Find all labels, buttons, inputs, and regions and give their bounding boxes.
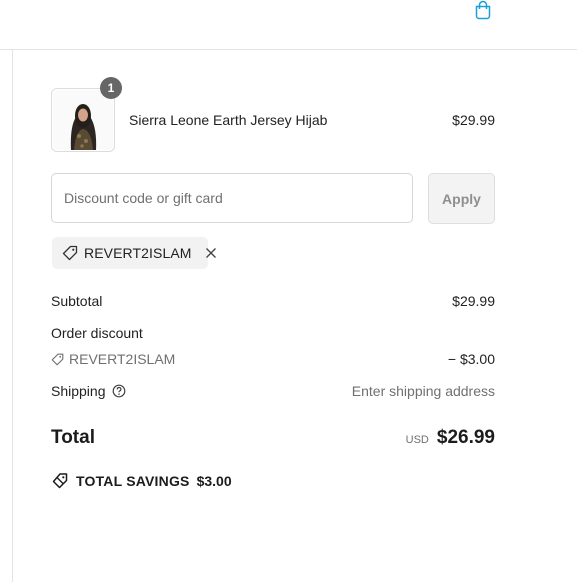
discount-value: − $3.00 (447, 351, 495, 367)
close-icon[interactable] (204, 246, 218, 260)
total-savings-value: $3.00 (196, 473, 232, 489)
product-price: $29.99 (452, 112, 495, 128)
total-amount: $26.99 (436, 427, 495, 448)
total-amount-group: USD $26.99 (406, 427, 495, 449)
total-savings-label: TOTAL SAVINGS (76, 473, 190, 489)
product-thumbnail: 1 (51, 77, 122, 152)
cart-line-item: 1 Sierra Leone Earth Jersey Hijab $29.99 (51, 77, 495, 152)
discount-code-input[interactable] (51, 173, 413, 223)
order-discount-label: Order discount (51, 325, 143, 341)
discount-code-row: REVERT2ISLAM − $3.00 (51, 351, 495, 369)
help-icon[interactable] (112, 384, 126, 398)
shipping-row: Shipping Enter shipping address (51, 383, 495, 399)
subtotal-value: $29.99 (452, 293, 495, 309)
total-savings: TOTAL SAVINGS $3.00 (51, 472, 232, 490)
column-divider (12, 50, 13, 582)
subtotal-label: Subtotal (51, 293, 103, 309)
savings-tag-icon (51, 472, 69, 490)
header-bar (0, 0, 577, 50)
total-label: Total (51, 427, 95, 448)
currency-code: USD (405, 434, 429, 446)
subtotal-row: Subtotal $29.99 (51, 293, 495, 309)
product-name: Sierra Leone Earth Jersey Hijab (129, 112, 328, 128)
order-discount-row: Order discount (51, 325, 495, 341)
tag-icon (62, 245, 78, 261)
shopping-bag-icon[interactable] (471, 0, 495, 20)
applied-code-label: REVERT2ISLAM (84, 245, 192, 261)
discount-code-label: REVERT2ISLAM (69, 351, 176, 367)
apply-button[interactable]: Apply (428, 173, 495, 224)
shipping-label: Shipping (51, 383, 106, 399)
quantity-badge: 1 (100, 77, 122, 99)
tag-icon (51, 353, 64, 366)
applied-discount-chip: REVERT2ISLAM (52, 237, 216, 269)
shipping-value: Enter shipping address (351, 383, 495, 399)
